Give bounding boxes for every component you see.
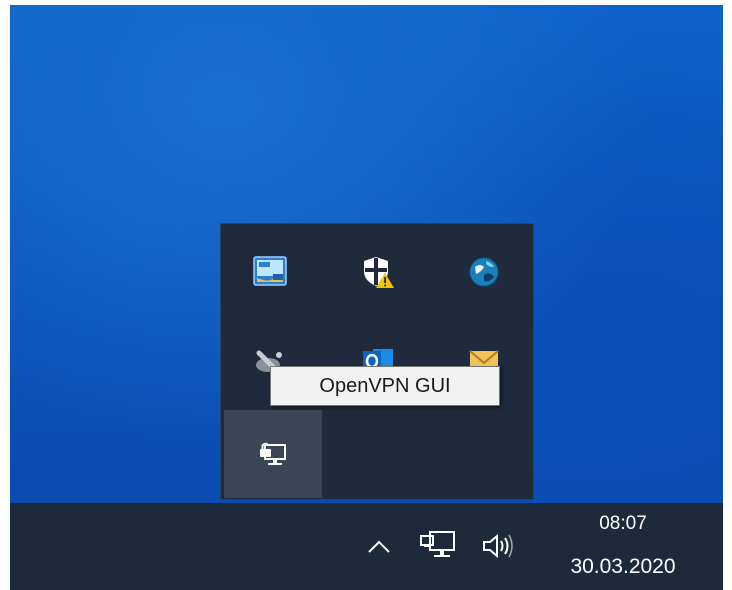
taskbar: 08:07 30.03.2020 <box>10 503 723 590</box>
clock-time: 08:07 <box>599 513 647 534</box>
globe-app-icon[interactable] <box>454 242 514 302</box>
tooltip-text: OpenVPN GUI <box>319 374 451 397</box>
clock-date: 30.03.2020 <box>570 555 676 578</box>
show-hidden-icons-chevron-up-icon[interactable] <box>362 529 396 563</box>
tray-overflow-panel <box>220 223 534 500</box>
taskbar-clock[interactable]: 08:07 30.03.2020 <box>548 503 698 590</box>
openvpn-gui-icon[interactable] <box>224 410 322 498</box>
windows-security-warning-icon[interactable] <box>348 242 408 302</box>
volume-speaker-icon[interactable] <box>478 528 518 564</box>
openvpn-tooltip: OpenVPN GUI <box>270 366 500 406</box>
intel-graphics-icon[interactable] <box>240 242 300 302</box>
network-icon[interactable] <box>416 525 460 565</box>
